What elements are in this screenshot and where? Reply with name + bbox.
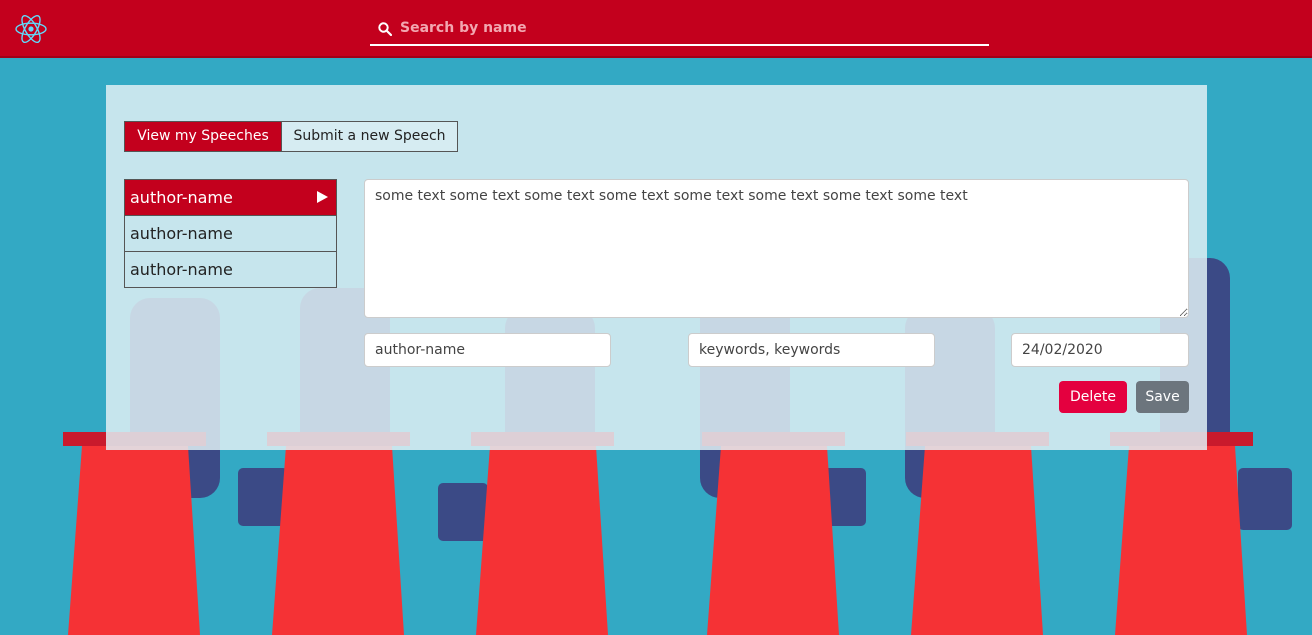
tab-submit-new-speech[interactable]: Submit a new Speech: [282, 121, 458, 152]
list-item[interactable]: author-name: [125, 215, 336, 251]
author-field[interactable]: [364, 333, 611, 367]
list-item[interactable]: author-name: [125, 251, 336, 287]
podiums: [63, 432, 1253, 635]
speeches-panel: View my Speeches Submit a new Speech aut…: [106, 85, 1207, 450]
top-navbar: [0, 0, 1312, 58]
tab-bar: View my Speeches Submit a new Speech: [124, 121, 458, 152]
search-icon: [378, 22, 392, 36]
speech-list: author-name author-name author-name: [124, 179, 337, 288]
speech-author-label: author-name: [130, 188, 233, 207]
delete-button[interactable]: Delete: [1059, 381, 1127, 413]
list-item[interactable]: author-name: [125, 180, 336, 215]
date-field[interactable]: [1011, 333, 1189, 367]
search-bar: [370, 10, 989, 46]
speech-author-label: author-name: [130, 224, 233, 243]
keywords-field[interactable]: [688, 333, 935, 367]
play-arrow-icon: [317, 191, 328, 203]
react-atom-icon[interactable]: [14, 12, 48, 46]
tab-view-my-speeches[interactable]: View my Speeches: [124, 121, 282, 152]
search-input[interactable]: [398, 14, 982, 42]
save-button[interactable]: Save: [1136, 381, 1189, 413]
speech-author-label: author-name: [130, 260, 233, 279]
speech-text-area[interactable]: some text some text some text some text …: [364, 179, 1189, 318]
